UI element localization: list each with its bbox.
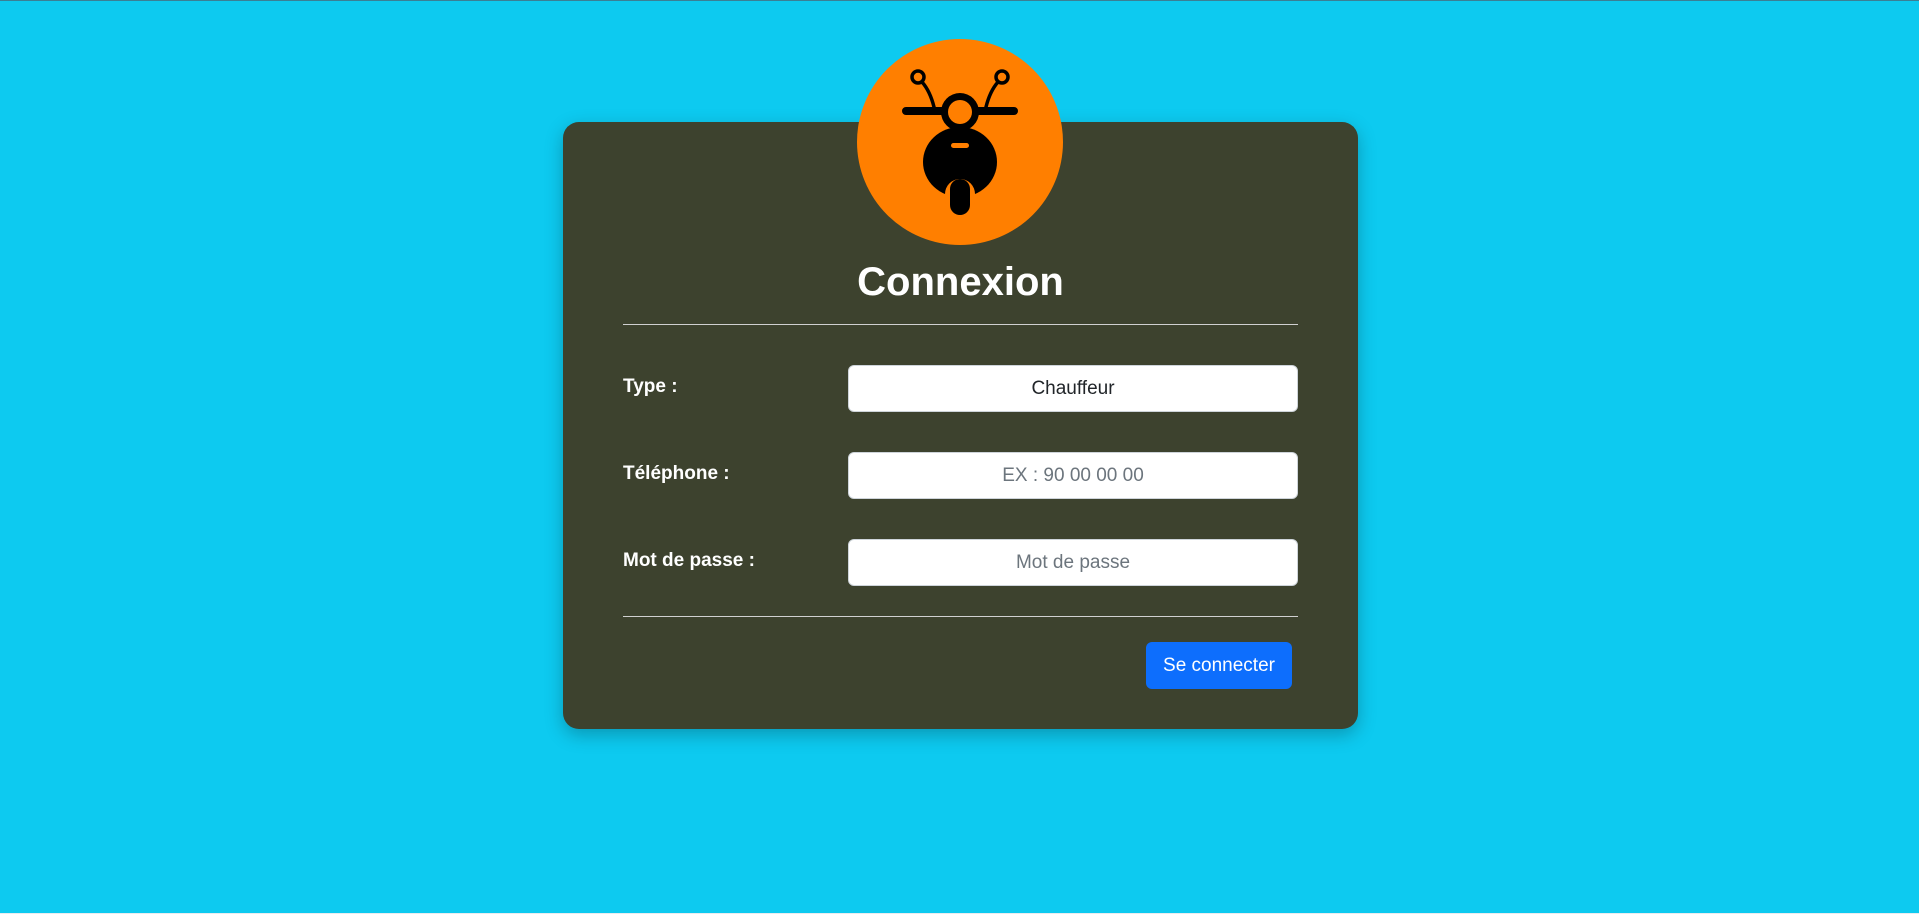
password-label: Mot de passe : xyxy=(623,550,755,571)
title-divider xyxy=(623,324,1298,325)
type-label: Type : xyxy=(623,376,678,397)
motorbike-icon xyxy=(902,69,1018,217)
login-button[interactable]: Se connecter xyxy=(1146,642,1292,689)
telephone-input[interactable] xyxy=(848,452,1298,499)
form-divider xyxy=(623,616,1298,617)
type-select[interactable]: Chauffeur xyxy=(848,365,1298,412)
password-input[interactable] xyxy=(848,539,1298,586)
logo-badge xyxy=(857,39,1063,245)
telephone-label: Téléphone : xyxy=(623,463,730,484)
page-title: Connexion xyxy=(857,260,1064,304)
type-select-value: Chauffeur xyxy=(1031,377,1115,399)
